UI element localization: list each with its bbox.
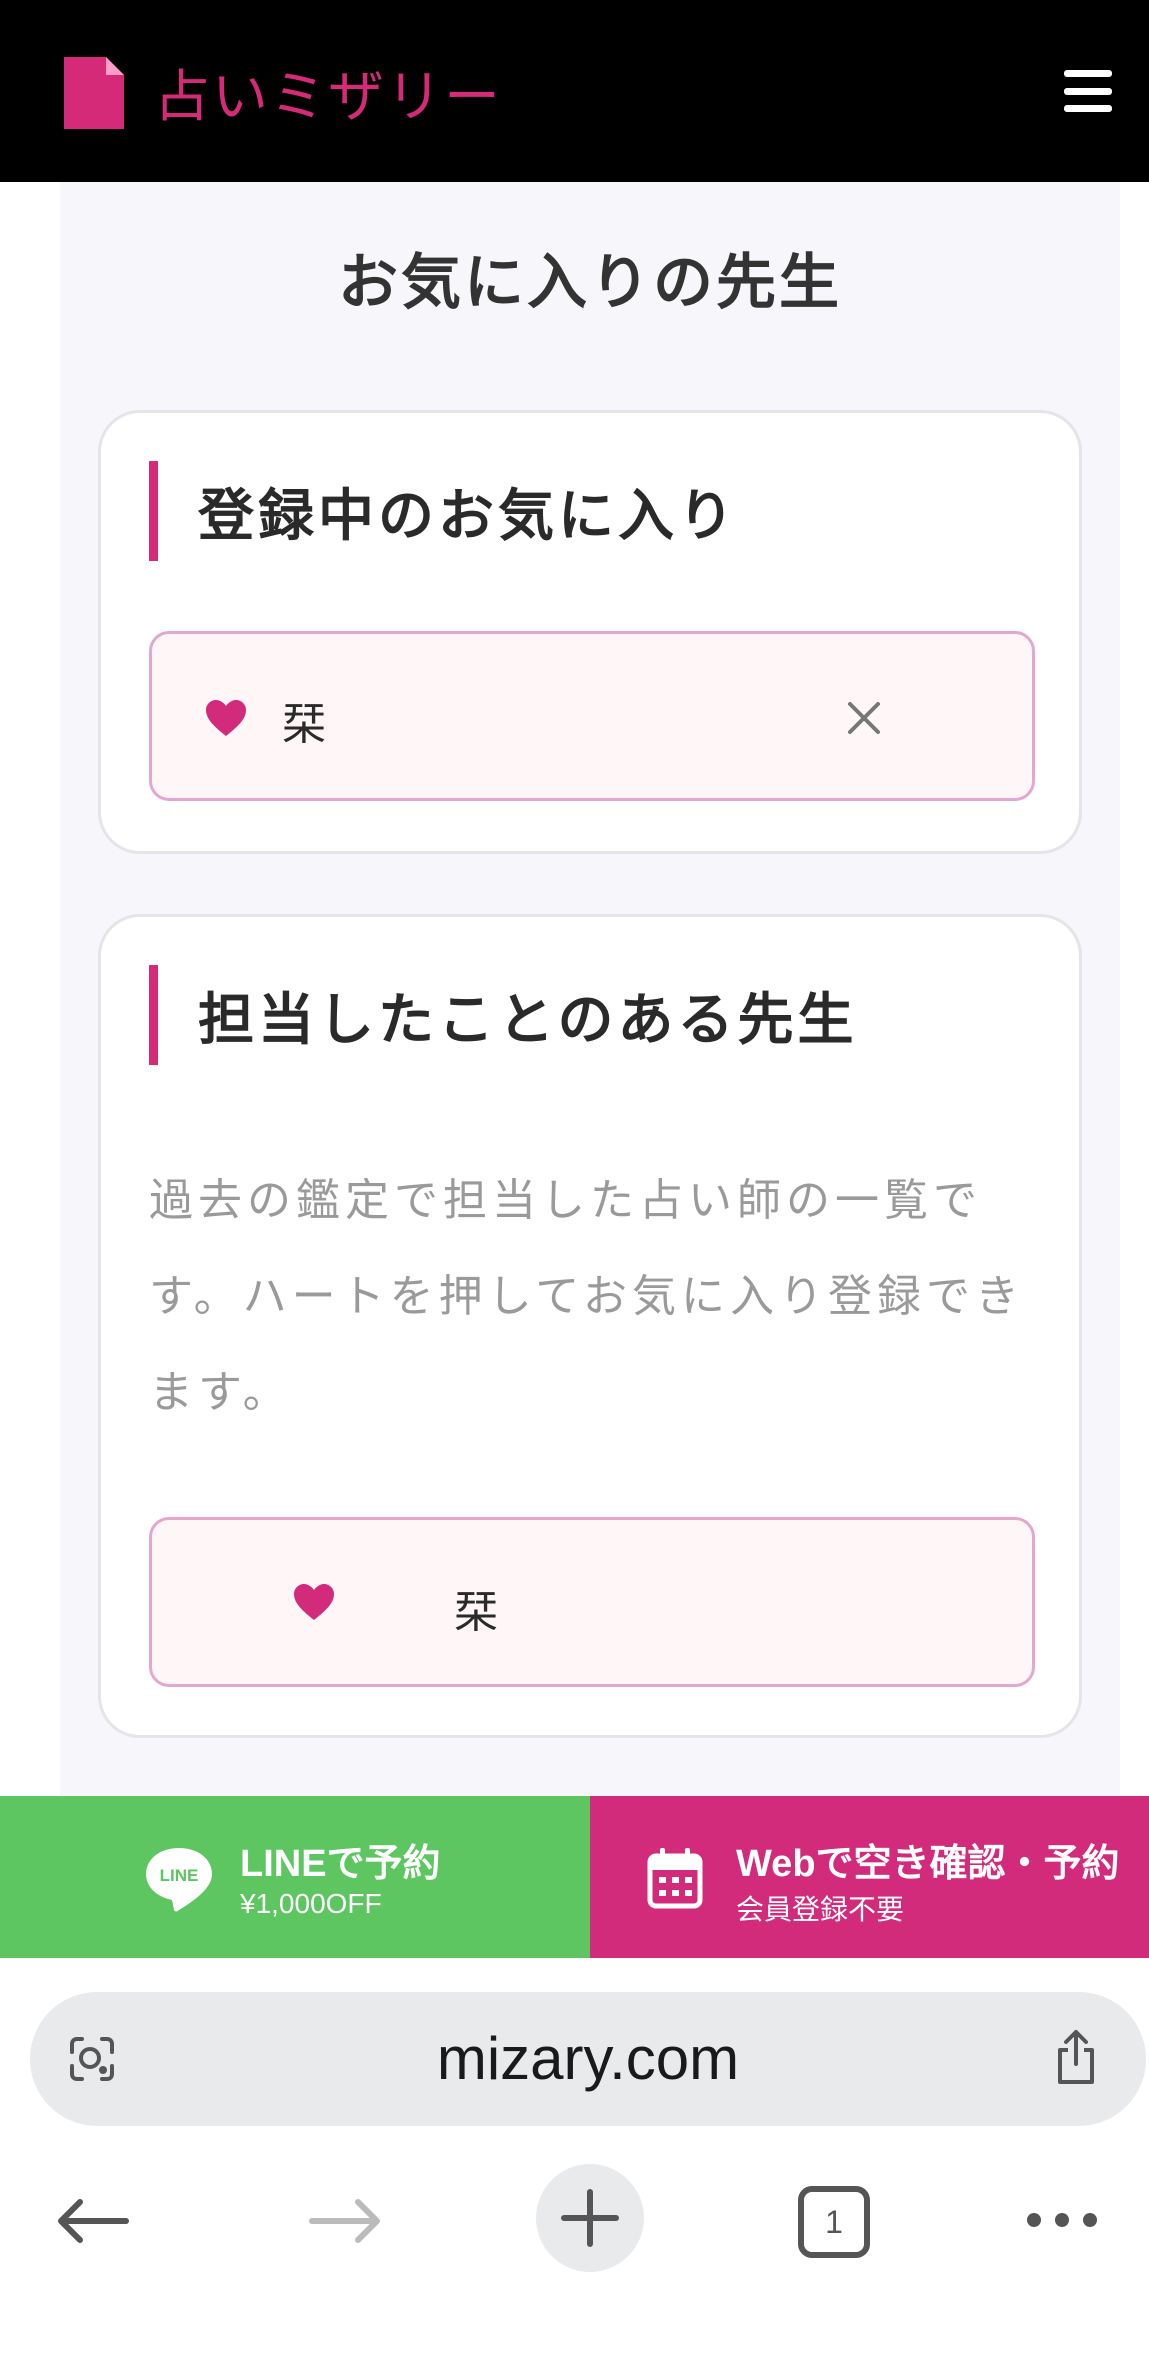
calendar-icon <box>647 1848 703 1909</box>
browser-nav-row: 1 <box>0 2158 1149 2278</box>
line-reserve-button[interactable]: LINE LINEで予約 ¥1,000OFF <box>0 1796 590 1958</box>
section-description: 過去の鑑定で担当した占い師の一覧です。ハートを押してお気に入り登録できます。 <box>149 1175 1024 1418</box>
plus-icon <box>561 2189 619 2247</box>
url-text[interactable]: mizary.com <box>30 1992 1146 2126</box>
cta-bar: LINE LINEで予約 ¥1,000OFF Webで空き確認・予約 会員登録不… <box>0 1796 1149 1958</box>
teacher-name: 栞 <box>454 1587 498 1638</box>
section-heading-registered: 登録中のお気に入り <box>149 461 738 561</box>
back-arrow-icon[interactable] <box>54 2196 132 2246</box>
teacher-name: 栞 <box>282 699 326 750</box>
registered-favorites-card: 登録中のお気に入り 栞 <box>98 410 1082 854</box>
logo-text: 占いミザリー <box>154 65 502 130</box>
browser-chrome: mizary.com 1 <box>0 1958 1149 2379</box>
more-icon[interactable] <box>1024 2210 1100 2230</box>
line-cta-title: LINEで予約 <box>240 1843 441 1885</box>
page-title: お気に入りの先生 <box>338 248 842 318</box>
web-cta-subtitle: 会員登録不要 <box>736 1894 905 1925</box>
svg-text:LINE: LINE <box>160 1866 199 1885</box>
share-icon[interactable] <box>1050 2028 1102 2088</box>
forward-arrow-icon[interactable] <box>306 2196 384 2246</box>
tabs-icon[interactable]: 1 <box>798 2186 870 2258</box>
section-heading-history: 担当したことのある先生 <box>149 965 857 1065</box>
site-header: 占いミザリー <box>0 0 1149 182</box>
document-logo-icon <box>64 56 124 129</box>
site-logo[interactable]: 占いミザリー <box>60 52 502 133</box>
line-cta-subtitle: ¥1,000OFF <box>240 1888 382 1919</box>
address-bar[interactable]: mizary.com <box>30 1992 1146 2126</box>
history-teacher-item: 栞 <box>149 1517 1035 1687</box>
web-reserve-button[interactable]: Webで空き確認・予約 会員登録不要 <box>590 1796 1149 1958</box>
main-content: お気に入りの先生 登録中のお気に入り 栞 担当したことのある先生 過去の鑑定で担… <box>60 182 1120 1796</box>
close-icon[interactable] <box>836 690 892 746</box>
line-icon: LINE <box>146 1848 212 1912</box>
favorite-item: 栞 <box>149 631 1035 801</box>
new-tab-button[interactable] <box>536 2164 644 2272</box>
heart-icon[interactable] <box>292 1582 336 1622</box>
heart-icon[interactable] <box>204 698 248 738</box>
web-cta-title: Webで空き確認・予約 <box>736 1843 1120 1885</box>
lens-icon[interactable] <box>66 2034 118 2084</box>
hamburger-menu-icon[interactable] <box>1064 70 1112 112</box>
tab-count: 1 <box>825 2203 843 2240</box>
history-teachers-card: 担当したことのある先生 過去の鑑定で担当した占い師の一覧です。ハートを押してお気… <box>98 914 1082 1738</box>
